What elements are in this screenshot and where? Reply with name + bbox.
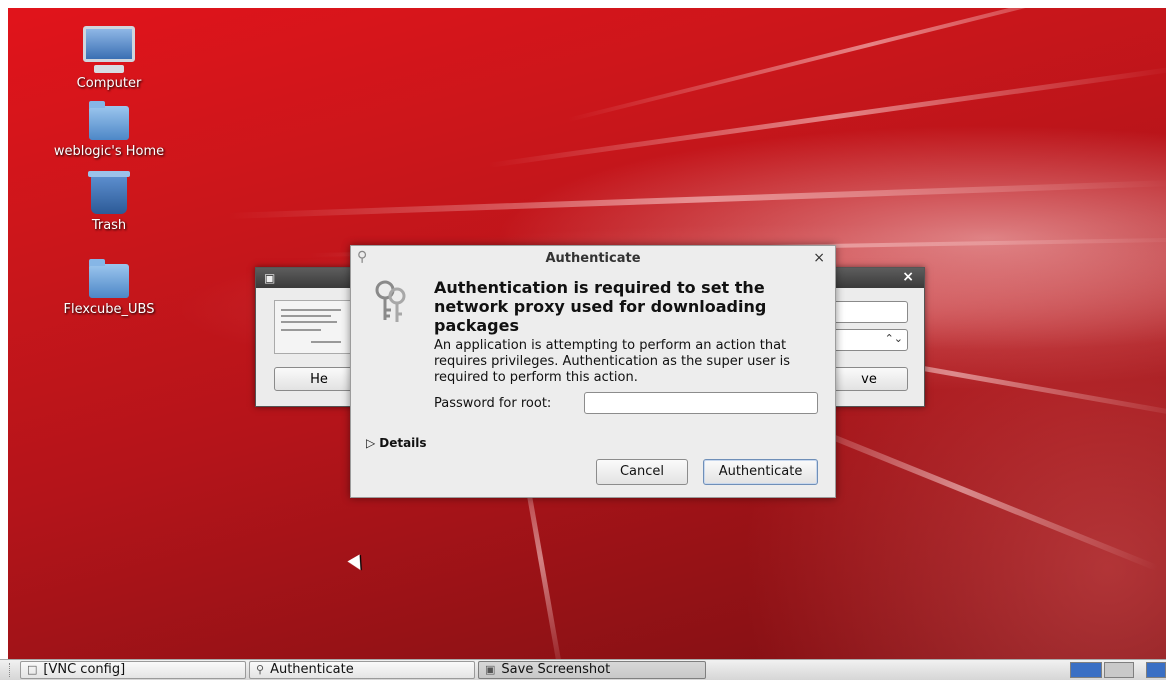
triangle-right-icon: ▷	[366, 436, 376, 450]
task-label: Save Screenshot	[501, 662, 611, 677]
close-icon[interactable]: ×	[902, 269, 914, 285]
details-label: Details	[379, 436, 427, 450]
workspace-3[interactable]	[1146, 662, 1166, 678]
help-button-label: He	[310, 372, 328, 387]
computer-icon	[83, 26, 135, 73]
trash-icon	[88, 171, 130, 214]
task-label: Authenticate	[270, 662, 354, 677]
preview-line	[311, 341, 341, 343]
screenshot-preview	[274, 300, 354, 354]
authenticate-button-label: Authenticate	[718, 464, 803, 479]
preview-line	[281, 309, 341, 311]
preview-line	[281, 315, 331, 317]
desktop-icon-computer[interactable]: Computer	[49, 26, 169, 91]
camera-icon: ▣	[485, 663, 496, 676]
cancel-button[interactable]: Cancel	[596, 459, 688, 485]
task-authenticate[interactable]: ⚲ Authenticate	[249, 661, 475, 679]
wallpaper-streak	[227, 179, 1166, 219]
home-folder-icon	[89, 101, 129, 140]
dialog-title: Authenticate	[545, 251, 641, 266]
wallpaper-streak	[567, 8, 1166, 122]
details-expander[interactable]: ▷ Details	[366, 436, 427, 450]
chevron-updown-icon: ⌃⌄	[884, 332, 903, 345]
authenticate-dialog: ⚲ Authenticate × Authentication is requi…	[350, 245, 836, 498]
desktop-icon-trash[interactable]: Trash	[49, 171, 169, 233]
filename-input[interactable]	[830, 301, 908, 323]
preview-line	[281, 329, 321, 331]
task-vnc-config[interactable]: □ [VNC config]	[20, 661, 246, 679]
save-button[interactable]: ve	[830, 367, 908, 391]
task-save-screenshot[interactable]: ▣ Save Screenshot	[478, 661, 706, 679]
desktop-icon-label: weblogic's Home	[53, 144, 165, 159]
close-icon[interactable]: ×	[813, 250, 825, 266]
wallpaper-streak	[487, 65, 1166, 168]
desktop-icon-label: Trash	[91, 218, 127, 233]
camera-icon: ▣	[264, 271, 276, 285]
desktop-icon-flexcube[interactable]: Flexcube_UBS	[49, 259, 169, 317]
key-icon: ⚲	[256, 663, 265, 676]
window-icon: □	[27, 663, 38, 676]
desktop-icon-home[interactable]: weblogic's Home	[49, 101, 169, 159]
desktop-icon-label: Computer	[76, 76, 142, 91]
keys-icon	[375, 280, 406, 322]
task-label: [VNC config]	[43, 662, 126, 677]
taskbar: □ [VNC config] ⚲ Authenticate ▣ Save Screen…	[0, 659, 1166, 680]
folder-select[interactable]: ⌃⌄	[830, 329, 908, 351]
password-label: Password for root:	[434, 396, 552, 411]
folder-icon	[89, 259, 129, 298]
preview-line	[281, 321, 337, 323]
save-button-label: ve	[861, 372, 877, 387]
dialog-description: An application is attempting to perform …	[434, 338, 791, 385]
cancel-button-label: Cancel	[619, 464, 665, 479]
dialog-heading: Authentication is required to set the ne…	[434, 278, 767, 335]
authenticate-button[interactable]: Authenticate	[703, 459, 818, 485]
taskbar-handle[interactable]	[9, 663, 14, 677]
workspace-1[interactable]	[1070, 662, 1102, 678]
workspace-2[interactable]	[1104, 662, 1134, 678]
dialog-titlebar[interactable]: ⚲ Authenticate ×	[351, 246, 835, 270]
desktop-icon-label: Flexcube_UBS	[63, 302, 155, 317]
password-field[interactable]	[584, 392, 818, 414]
